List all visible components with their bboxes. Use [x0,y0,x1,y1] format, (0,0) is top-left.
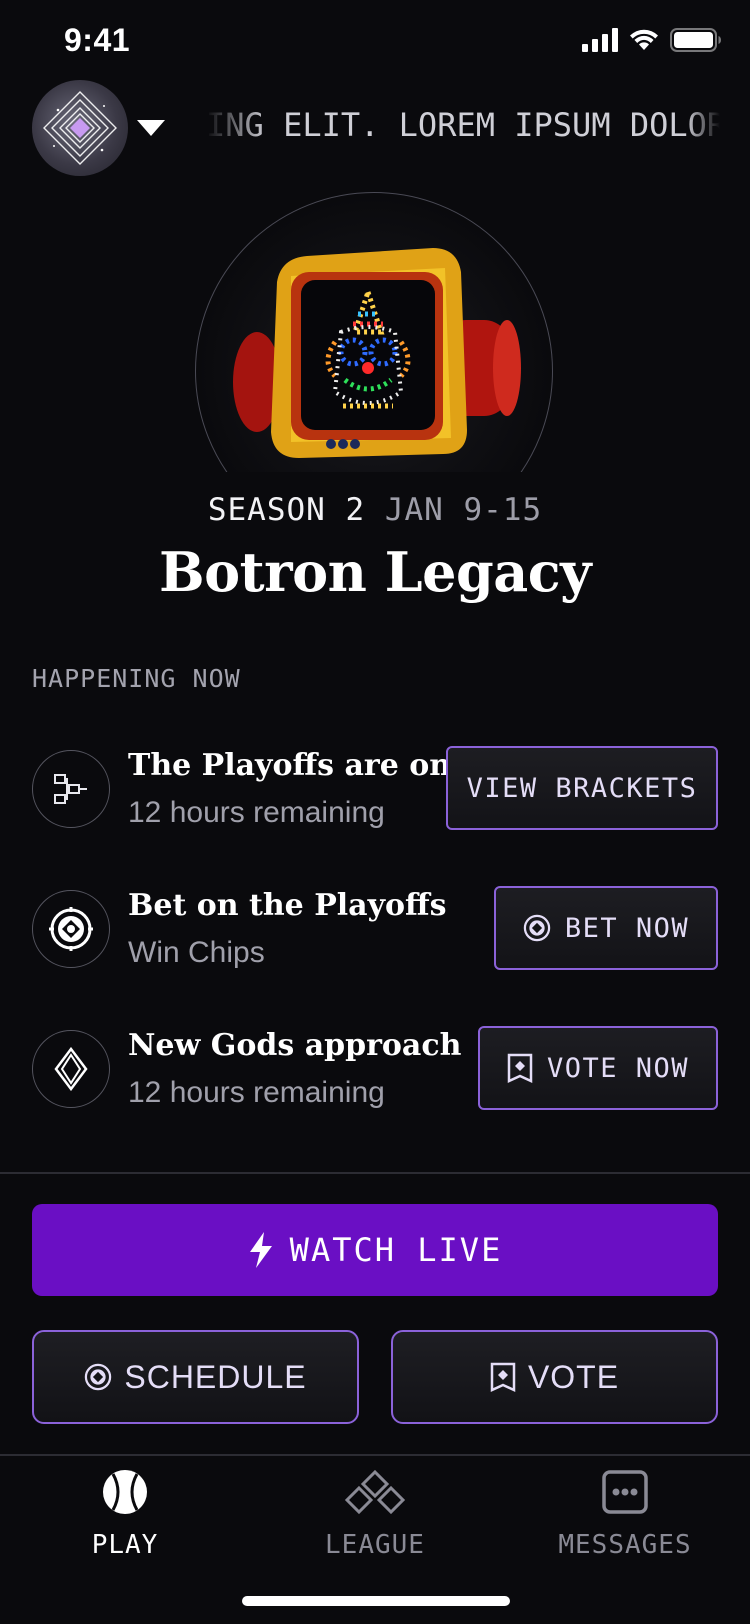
season-line: SEASON 2 JAN 9-15 [0,492,750,528]
wifi-icon [630,29,658,50]
button-label: VOTE NOW [546,1052,690,1084]
view-brackets-button[interactable]: VIEW BRACKETS [446,746,718,830]
event-row-playoffs: The Playoffs are on 12 hours remaining V… [32,746,718,832]
lightning-icon [249,1232,272,1268]
event-subtitle: 12 hours remaining [128,1076,385,1109]
tab-messages[interactable]: MESSAGES [500,1468,750,1568]
tabbar-divider [0,1454,750,1456]
bet-now-button[interactable]: BET NOW [494,886,718,970]
event-title: Bet on the Playoffs [128,888,447,923]
button-label: VOTE [527,1358,620,1395]
diamond-icon [54,1047,88,1091]
tv-robot-illustration [233,248,521,458]
season-title: Botron Legacy [159,540,591,604]
button-label: BET NOW [564,912,690,944]
section-divider [0,1172,750,1174]
event-icon-wrap [32,750,110,828]
tab-label: PLAY [91,1530,159,1560]
news-ticker: ING ELIT. LOREM IPSUM DOLOR SIT AMET [206,106,720,144]
chevron-down-icon[interactable] [136,118,166,138]
event-subtitle: 12 hours remaining [128,796,385,829]
event-icon-wrap [32,890,110,968]
battery-icon [670,28,721,52]
button-label: VIEW BRACKETS [466,772,698,804]
event-title: The Playoffs are on [128,748,452,783]
avatar[interactable] [32,80,128,176]
event-row-gods: New Gods approach 12 hours remaining VOT… [32,1026,718,1112]
home-indicator [242,1596,510,1606]
vote-button[interactable]: VOTE [391,1330,718,1424]
ballot-icon [507,1053,533,1083]
bracket-icon [54,774,87,804]
event-row-bet: Bet on the Playoffs Win Chips BET NOW [32,886,718,972]
event-title: New Gods approach [128,1028,462,1063]
watch-live-button[interactable]: WATCH LIVE [32,1204,718,1296]
season-label: SEASON 2 [207,492,366,528]
happening-now-label: HAPPENING NOW [32,664,241,693]
status-icons [582,28,722,52]
season-dates: JAN 9-15 [384,492,543,528]
chip-icon [523,914,551,942]
signal-icon [582,28,618,52]
tab-league[interactable]: LEAGUE [250,1468,500,1568]
messages-icon [602,1470,648,1514]
schedule-button[interactable]: SCHEDULE [32,1330,359,1424]
diamond-emblem-icon [43,91,117,165]
button-label: WATCH LIVE [289,1231,503,1269]
league-icon [344,1469,406,1515]
ballot-icon [490,1362,516,1392]
button-label: SCHEDULE [124,1358,307,1395]
status-bar: 9:41 [0,0,750,88]
tab-label: LEAGUE [325,1530,425,1560]
vote-now-button[interactable]: VOTE NOW [478,1026,718,1110]
status-time: 9:41 [64,22,131,58]
chip-icon [85,1363,112,1391]
chip-icon [49,907,93,951]
ball-icon [103,1470,147,1514]
event-subtitle: Win Chips [128,936,265,969]
tab-label: MESSAGES [558,1530,692,1560]
hero-artwork [195,192,555,472]
tab-play[interactable]: PLAY [0,1468,250,1568]
header: ING ELIT. LOREM IPSUM DOLOR SIT AMET [0,80,750,176]
event-icon-wrap [32,1030,110,1108]
